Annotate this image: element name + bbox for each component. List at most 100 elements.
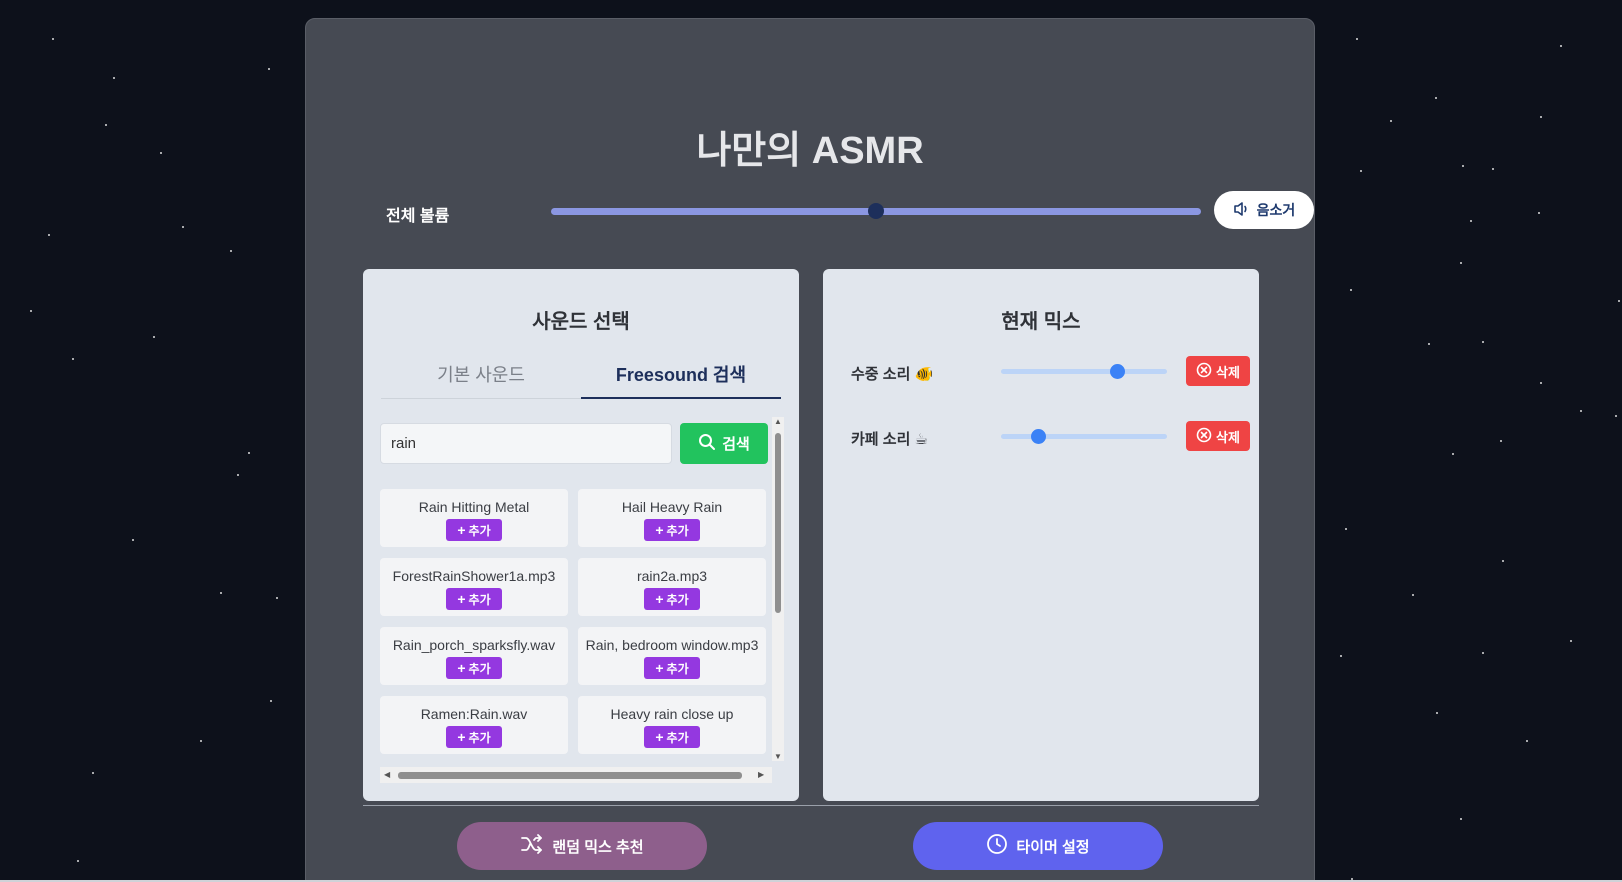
scroll-right-arrow-icon[interactable]: ▶	[758, 770, 764, 779]
master-volume-thumb[interactable]	[868, 203, 884, 219]
mix-item: 카페 소리 ☕ 삭제	[851, 420, 1250, 452]
star	[1350, 289, 1352, 291]
star	[1462, 165, 1464, 167]
mix-item-label: 수중 소리 🐠	[851, 366, 934, 383]
delete-button[interactable]: 삭제	[1186, 356, 1250, 386]
mix-item: 수중 소리 🐠 삭제	[851, 355, 1250, 387]
vertical-scrollbar[interactable]: ▲ ▼	[772, 417, 784, 761]
close-circle-icon	[1196, 362, 1212, 381]
app-container: 나만의 ASMR 전체 볼륨 음소거 사운드 선택 기본 사운드 Freesou…	[305, 18, 1315, 882]
result-card: Ramen:Rain.wav + 추가	[380, 696, 568, 754]
star	[1560, 45, 1562, 47]
tab-basic-sounds[interactable]: 기본 사운드	[381, 359, 581, 399]
delete-button-label: 삭제	[1216, 364, 1240, 380]
timer-button[interactable]: 타이머 설정	[913, 822, 1163, 870]
result-name: rain2a.mp3	[636, 568, 708, 584]
sound-select-title: 사운드 선택	[532, 311, 630, 333]
search-button[interactable]: 검색	[680, 423, 768, 464]
star	[1482, 652, 1484, 654]
delete-button-label: 삭제	[1216, 429, 1240, 445]
horizontal-scrollbar[interactable]: ◀ ▶	[380, 767, 772, 783]
star	[1482, 341, 1484, 343]
add-button[interactable]: + 추가	[644, 588, 700, 610]
horizontal-scroll-thumb[interactable]	[398, 772, 742, 779]
add-button-label: 추가	[468, 661, 491, 676]
star	[30, 310, 32, 312]
speaker-icon	[1233, 201, 1251, 220]
star	[1435, 97, 1437, 99]
star	[92, 772, 94, 774]
result-name: Rain, bedroom window.mp3	[585, 637, 759, 653]
mix-volume-thumb[interactable]	[1110, 364, 1126, 379]
plus-icon: +	[655, 729, 664, 745]
master-volume-row: 전체 볼륨 음소거	[386, 191, 1314, 231]
close-circle-icon	[1196, 427, 1212, 446]
star	[248, 452, 250, 454]
star	[1615, 415, 1617, 417]
add-button-label: 추가	[468, 730, 491, 745]
add-button[interactable]: + 추가	[644, 726, 700, 748]
plus-icon: +	[457, 660, 466, 676]
result-name: Ramen:Rain.wav	[420, 706, 528, 722]
star	[182, 226, 184, 228]
add-button[interactable]: + 추가	[446, 726, 502, 748]
add-button[interactable]: + 추가	[446, 657, 502, 679]
mix-volume-slider[interactable]	[1001, 364, 1167, 379]
page-title: 나만의 ASMR	[696, 130, 924, 172]
star	[105, 124, 107, 126]
freesound-scroll-area[interactable]: 검색 Rain Hitting Metal+추가 Hail Heavy Rain +…	[380, 417, 784, 783]
add-button[interactable]: + 추가	[644, 519, 700, 541]
add-button-label: 추가	[666, 661, 689, 676]
add-button-label: 추가	[666, 523, 689, 538]
result-name: Heavy rain close up	[610, 706, 734, 722]
star	[270, 700, 272, 702]
star	[1500, 440, 1502, 442]
star	[52, 38, 54, 40]
vertical-scroll-thumb[interactable]	[775, 433, 781, 613]
star	[276, 597, 278, 599]
timer-label: 타이머 설정	[1016, 838, 1090, 856]
star	[1618, 300, 1620, 302]
star	[268, 68, 270, 70]
mix-item-label: 카페 소리 ☕	[851, 431, 928, 448]
add-button[interactable]: + 추가	[644, 657, 700, 679]
add-button[interactable]: + 추가	[446, 519, 502, 541]
star	[1580, 410, 1582, 412]
scroll-up-arrow-icon[interactable]: ▲	[774, 417, 782, 426]
star	[1390, 120, 1392, 122]
result-card: Rain_porch_sparksfly.wav + 추가	[380, 627, 568, 685]
search-input[interactable]	[380, 423, 672, 464]
scroll-left-arrow-icon[interactable]: ◀	[384, 770, 390, 779]
mix-volume-thumb[interactable]	[1030, 429, 1046, 444]
star	[48, 234, 50, 236]
result-card: ForestRainShower1a.mp3 + 추가	[380, 558, 568, 616]
star	[1436, 712, 1438, 714]
plus-icon: +	[457, 522, 466, 538]
mute-button-label: 음소거	[1256, 202, 1296, 218]
search-button-label: 검색	[722, 436, 750, 453]
mute-button[interactable]: 음소거	[1214, 191, 1314, 229]
plus-icon: +	[655, 591, 664, 607]
section-divider	[363, 805, 1259, 806]
star	[1360, 170, 1362, 172]
star	[77, 860, 79, 862]
plus-icon: +	[655, 522, 664, 538]
star	[1460, 818, 1462, 820]
master-volume-slider[interactable]	[551, 203, 1201, 219]
add-button[interactable]: + 추가	[446, 588, 502, 610]
random-mix-button[interactable]: 랜덤 믹스 추천	[457, 822, 707, 870]
star	[72, 358, 74, 360]
scroll-down-arrow-icon[interactable]: ▼	[774, 752, 782, 761]
mix-volume-slider[interactable]	[1001, 429, 1167, 444]
star	[1428, 343, 1430, 345]
star	[237, 474, 239, 476]
tab-freesound-search[interactable]: Freesound 검색	[581, 359, 781, 399]
clock-icon	[986, 833, 1008, 859]
delete-button[interactable]: 삭제	[1186, 421, 1250, 451]
result-card: Rain Hitting Metal + 추가	[380, 489, 568, 547]
result-name: Hail Heavy Rain	[621, 499, 723, 515]
random-mix-label: 랜덤 믹스 추천	[552, 838, 644, 856]
star	[132, 539, 134, 541]
add-button-label: 추가	[666, 730, 689, 745]
star	[1526, 740, 1528, 742]
